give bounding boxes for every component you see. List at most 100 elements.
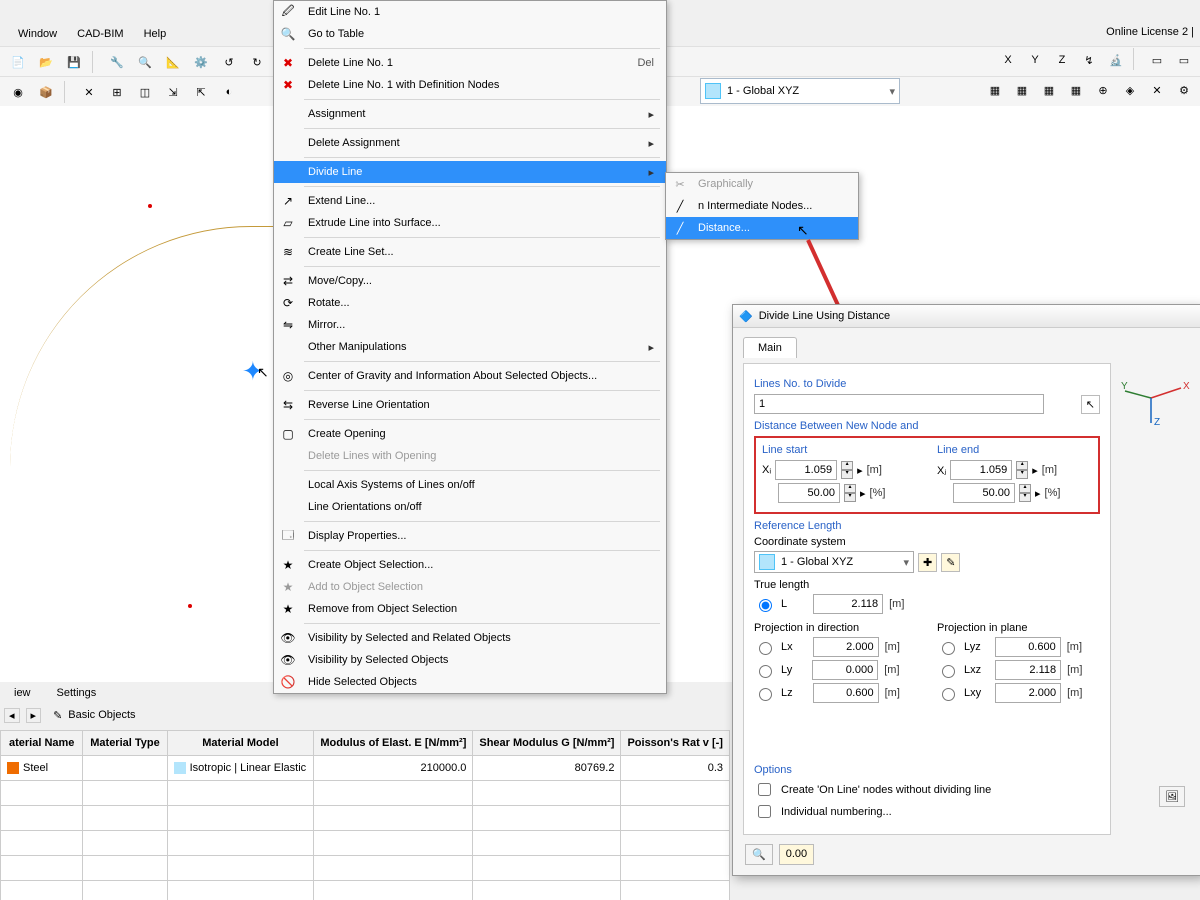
tool-icon[interactable]: ▦ <box>1010 78 1034 102</box>
spin-down-icon[interactable]: ▾ <box>844 493 856 502</box>
lines-input[interactable] <box>754 394 1044 414</box>
table-row[interactable] <box>1 856 730 881</box>
spin-up-icon[interactable]: ▴ <box>844 484 856 493</box>
ctx-local-axis[interactable]: Local Axis Systems of Lines on/off <box>274 474 666 496</box>
tool-icon[interactable]: ⊕ <box>1091 78 1115 102</box>
table-row[interactable] <box>1 781 730 806</box>
table-row[interactable] <box>1 831 730 856</box>
radio-lxy[interactable] <box>942 688 955 701</box>
tool-icon[interactable]: ✕ <box>1145 78 1169 102</box>
ctx-rotate[interactable]: ⟳Rotate... <box>274 292 666 314</box>
spin-up-icon[interactable]: ▴ <box>1016 461 1028 470</box>
tool-icon[interactable]: 📄 <box>6 50 30 74</box>
menu-help[interactable]: Help <box>134 26 177 42</box>
dialog-title-bar[interactable]: 🔷Divide Line Using Distance <box>733 305 1200 328</box>
spin-up-icon[interactable]: ▴ <box>841 461 853 470</box>
preview-icon[interactable]: 🖼 <box>1159 786 1185 807</box>
tool-icon[interactable]: ↻ <box>245 50 269 74</box>
spin-up-icon[interactable]: ▴ <box>1019 484 1031 493</box>
xj-pct-input[interactable] <box>953 483 1015 503</box>
tool-icon[interactable]: 📦 <box>34 80 58 104</box>
tool-icon[interactable]: ⚙ <box>1172 78 1196 102</box>
tool-icon[interactable]: ⇱ <box>189 80 213 104</box>
tool-icon[interactable]: ◉ <box>6 80 30 104</box>
table-row[interactable] <box>1 806 730 831</box>
units-icon[interactable]: 0.00 <box>779 844 814 865</box>
tool-icon[interactable]: ⇲ <box>161 80 185 104</box>
sub-n-intermediate[interactable]: ╱n Intermediate Nodes... <box>666 195 858 217</box>
radio-lz[interactable] <box>759 688 772 701</box>
ctx-delete-line[interactable]: ✖Delete Line No. 1Del <box>274 52 666 74</box>
tool-icon[interactable]: ▭ <box>1145 48 1169 72</box>
chk-numbering[interactable] <box>758 805 771 818</box>
table-row[interactable] <box>1 881 730 900</box>
radio-ly[interactable] <box>759 665 772 678</box>
tool-icon[interactable]: ◫ <box>133 80 157 104</box>
ctx-remove-obj-sel[interactable]: ★Remove from Object Selection <box>274 598 666 620</box>
ctx-extend-line[interactable]: ↗Extend Line... <box>274 190 666 212</box>
node-icon[interactable] <box>148 204 152 208</box>
pick-icon[interactable]: ↖ <box>1081 395 1100 414</box>
spin-down-icon[interactable]: ▾ <box>841 470 853 479</box>
ctx-extrude-line[interactable]: ▱Extrude Line into Surface... <box>274 212 666 234</box>
radio-lyz[interactable] <box>942 642 955 655</box>
tool-icon[interactable]: ✕ <box>77 80 101 104</box>
tool-icon[interactable]: ▦ <box>1037 78 1061 102</box>
ctx-create-opening[interactable]: ▢Create Opening <box>274 423 666 445</box>
ctx-delete-line-def[interactable]: ✖Delete Line No. 1 with Definition Nodes <box>274 74 666 96</box>
radio-l[interactable] <box>759 599 772 612</box>
tool-icon[interactable]: ◈ <box>1118 78 1142 102</box>
ctx-vis-selected[interactable]: 👁Visibility by Selected Objects <box>274 649 666 671</box>
tool-icon[interactable]: 📂 <box>34 50 58 74</box>
axis-x-icon[interactable]: X <box>996 48 1020 72</box>
ctx-display-props[interactable]: 🗔Display Properties... <box>274 525 666 547</box>
ctx-vis-related[interactable]: 👁Visibility by Selected and Related Obje… <box>274 627 666 649</box>
edit-cs-icon[interactable]: ✎ <box>941 553 960 572</box>
sub-distance[interactable]: ╱Distance... <box>666 217 858 239</box>
axis-z-icon[interactable]: Z <box>1050 48 1074 72</box>
tool-icon[interactable]: ⊞ <box>105 80 129 104</box>
nav-prev-icon[interactable]: ◂ <box>4 708 20 723</box>
tab-view[interactable]: iew <box>6 685 39 701</box>
axis-y-icon[interactable]: Y <box>1023 48 1047 72</box>
ctx-delete-assignment[interactable]: Delete Assignment▸ <box>274 132 666 154</box>
tool-icon[interactable]: ⚙️ <box>189 50 213 74</box>
tool-icon[interactable]: ◐ <box>217 80 241 104</box>
ctx-move-copy[interactable]: ⇄Move/Copy... <box>274 270 666 292</box>
new-cs-icon[interactable]: ✚ <box>918 553 937 572</box>
coordinate-system-combo[interactable]: 1 - Global XYZ ▾ <box>700 78 900 104</box>
tab-settings[interactable]: Settings <box>49 685 105 701</box>
radio-lx[interactable] <box>759 642 772 655</box>
ctx-edit-line[interactable]: 🖉Edit Line No. 1 <box>274 1 666 23</box>
tool-icon[interactable]: 📐 <box>161 50 185 74</box>
ctx-divide-line[interactable]: Divide Line▸ <box>274 161 666 183</box>
ctx-create-obj-sel[interactable]: ★Create Object Selection... <box>274 554 666 576</box>
xi-input[interactable] <box>775 460 837 480</box>
tab-basic-objects[interactable]: Basic Objects <box>68 709 135 721</box>
ctx-assignment[interactable]: Assignment▸ <box>274 103 666 125</box>
ctx-mirror[interactable]: ⇋Mirror... <box>274 314 666 336</box>
tool-icon[interactable]: ▭ <box>1172 48 1196 72</box>
tool-icon[interactable]: 🔧 <box>105 50 129 74</box>
nav-next-icon[interactable]: ▸ <box>26 708 42 723</box>
tool-icon[interactable]: ↺ <box>217 50 241 74</box>
axis-icon[interactable]: ↯ <box>1077 48 1101 72</box>
tool-icon[interactable]: 💾 <box>62 50 86 74</box>
ctx-go-to-table[interactable]: 🔍Go to Table <box>274 23 666 45</box>
chk-on-line[interactable] <box>758 783 771 796</box>
ctx-reverse-orientation[interactable]: ⇆Reverse Line Orientation <box>274 394 666 416</box>
coord-sys-combo[interactable]: 1 - Global XYZ▾ <box>754 551 914 573</box>
table-row[interactable]: Steel Isotropic | Linear Elastic 210000.… <box>1 756 730 781</box>
tool-icon[interactable]: 🔬 <box>1104 48 1128 72</box>
spin-down-icon[interactable]: ▾ <box>1016 470 1028 479</box>
tool-icon[interactable]: 🔍 <box>133 50 157 74</box>
help-icon[interactable]: 🔍 <box>745 844 773 865</box>
menu-cadbim[interactable]: CAD-BIM <box>67 26 133 42</box>
tool-icon[interactable]: ▦ <box>1064 78 1088 102</box>
xi-pct-input[interactable] <box>778 483 840 503</box>
ctx-other-manip[interactable]: Other Manipulations▸ <box>274 336 666 358</box>
ctx-hide-selected[interactable]: 🚫Hide Selected Objects <box>274 671 666 693</box>
ctx-line-orientations[interactable]: Line Orientations on/off <box>274 496 666 518</box>
node-icon[interactable] <box>188 604 192 608</box>
radio-lxz[interactable] <box>942 665 955 678</box>
